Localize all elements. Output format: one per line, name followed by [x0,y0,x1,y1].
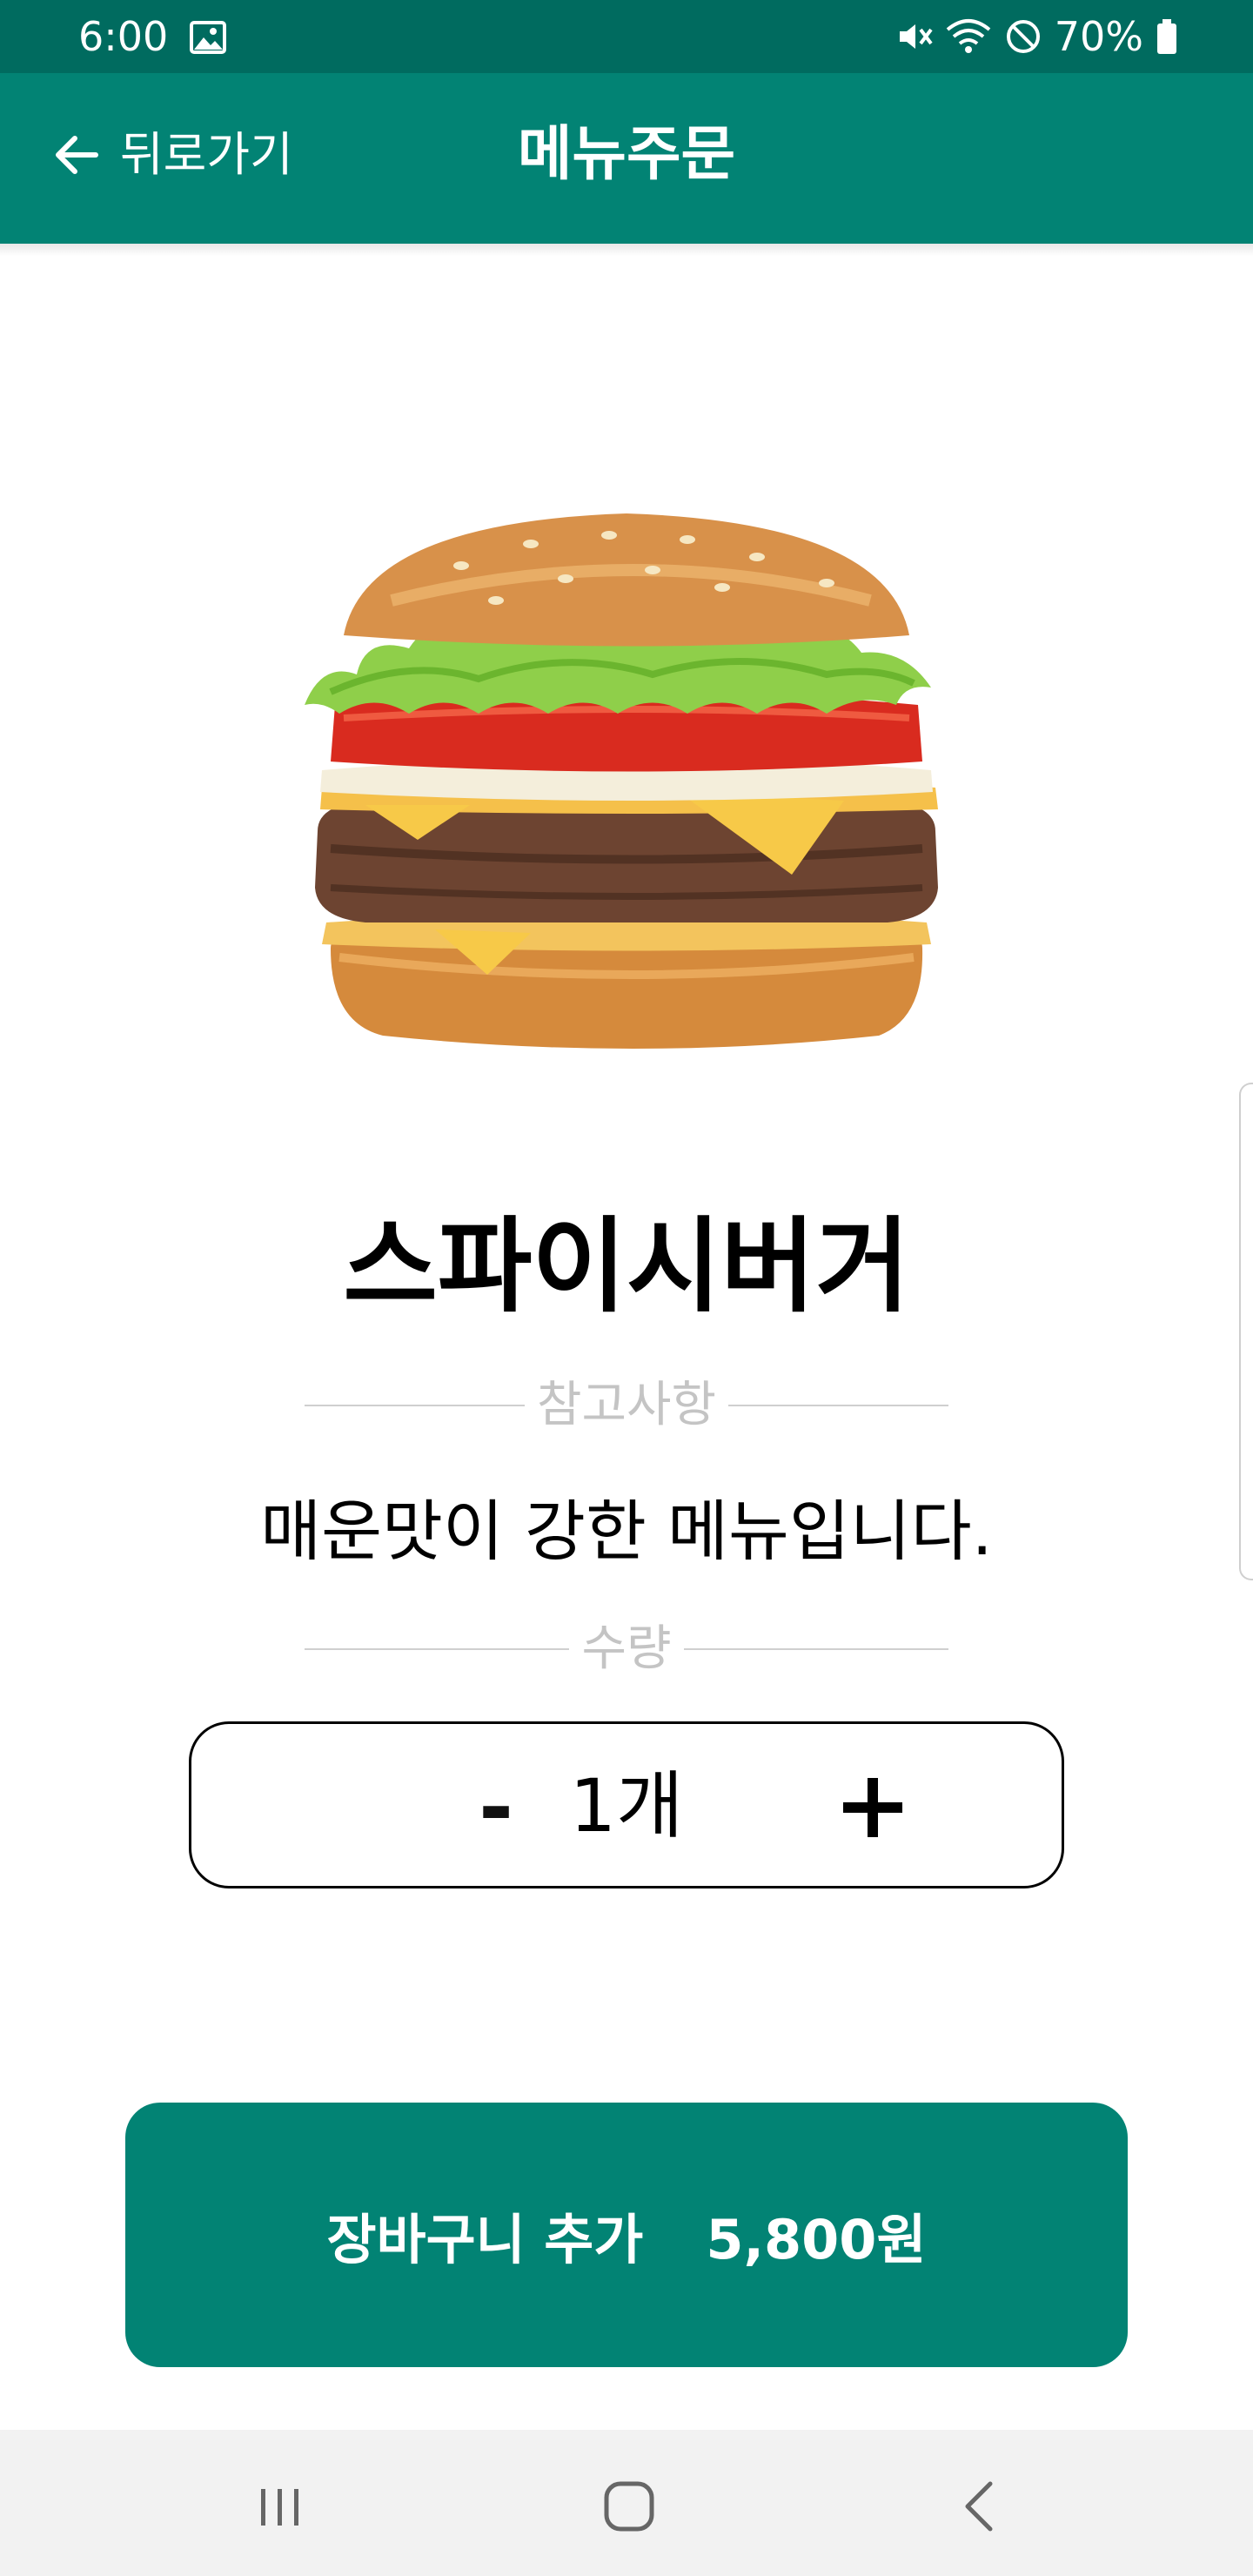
home-icon [604,2481,654,2532]
divider-line [305,1648,570,1650]
notes-divider: 참고사항 [305,1375,948,1436]
system-nav-bar [0,2430,1253,2576]
add-to-cart-label: 장바구니 추가 [326,2208,644,2271]
wifi-icon [946,19,991,53]
battery-percent: 70% [1054,13,1143,60]
divider-line [683,1648,949,1650]
burger-icon [305,513,938,1049]
product-name: 스파이시버거 [343,1206,910,1326]
home-button[interactable] [577,2465,681,2548]
divider-line [728,1405,948,1406]
gallery-icon [190,21,226,54]
status-time: 6:00 [78,13,169,60]
add-to-cart-button[interactable]: 장바구니 추가 5,800원 [125,2103,1128,2367]
app-bar: 뒤로가기 메뉴주문 [0,73,1253,244]
battery-icon [1157,19,1176,54]
quantity-label: 수량 [581,1620,672,1677]
product-description: 매운맛이 강한 메뉴입니다. [260,1493,993,1570]
increase-quantity-button[interactable] [796,1734,949,1881]
status-icons: 70% [895,10,1178,63]
recents-button[interactable] [228,2465,332,2548]
quantity-stepper: - 1개 [189,1721,1064,1888]
status-bar: 6:00 70% [0,0,1253,73]
cart-price: 5,800원 [706,2208,927,2271]
mute-icon [899,24,933,49]
notes-label: 참고사항 [536,1377,717,1433]
app-bar-shadow [0,244,1253,256]
back-icon [965,2481,993,2532]
page-title: 메뉴주문 [517,120,736,189]
back-nav-button[interactable] [928,2465,1032,2548]
recents-icon [261,2489,298,2526]
plus-icon [843,1778,902,1837]
quantity-divider: 수량 [305,1619,949,1680]
divider-line [305,1405,525,1406]
do-not-disturb-icon [1006,20,1040,53]
